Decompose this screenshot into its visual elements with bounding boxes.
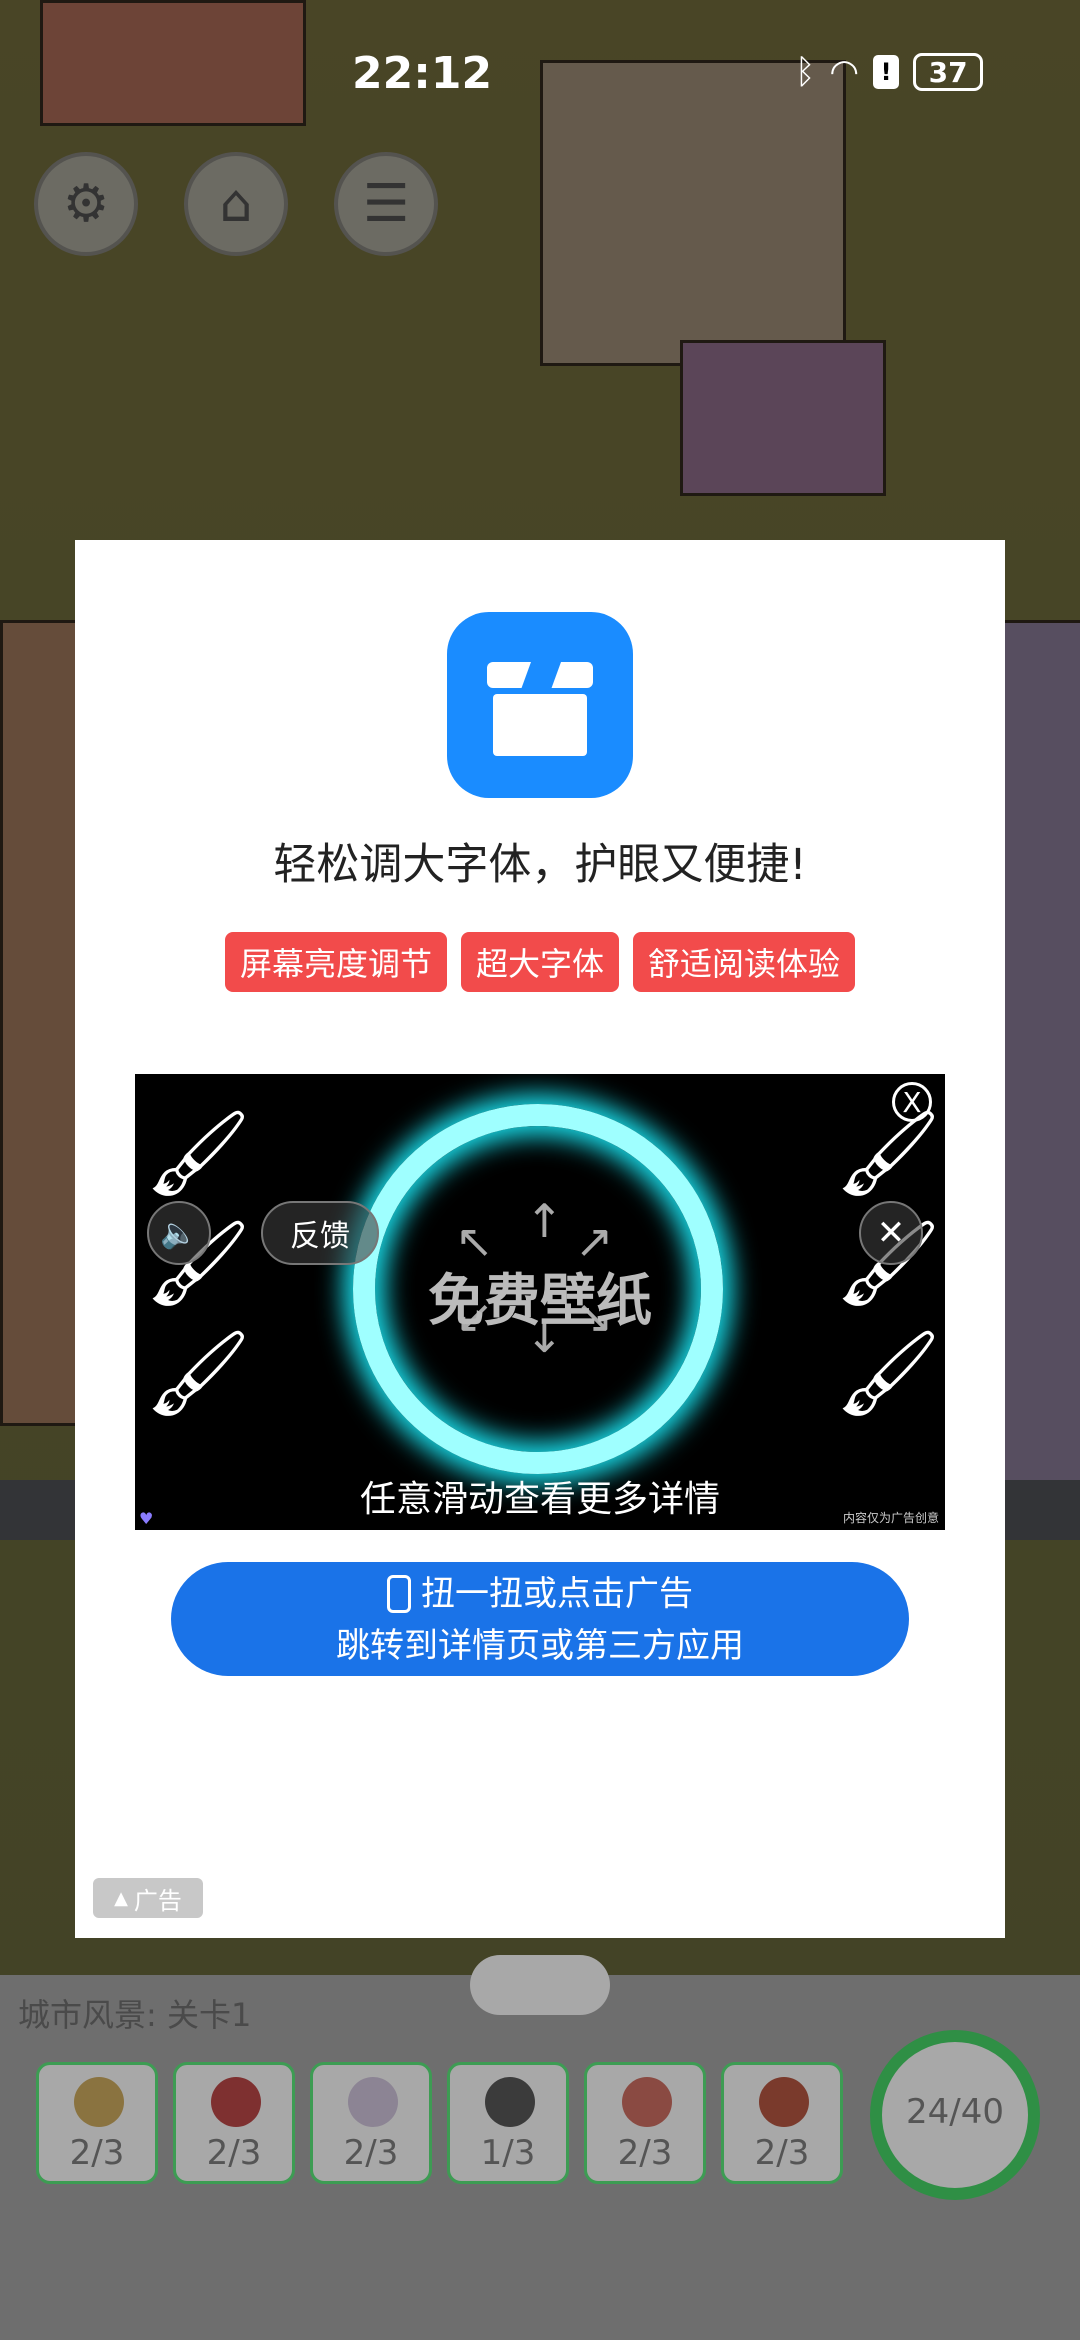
brush-icon: 🖌 [835, 1324, 942, 1422]
app-icon[interactable] [447, 612, 633, 798]
bluetooth-icon: ᛒ [795, 52, 816, 92]
skip-close-button[interactable]: ✕ [859, 1201, 923, 1265]
app-icon-box [493, 694, 587, 756]
progress-text: 24/40 [906, 2092, 1004, 2132]
ad-video[interactable]: 🖌 🖌 🖌 🖌 🖌 🖌 ↑ ↓ ↖ ↗ ↙ ↘ 免费壁纸 🔈 反馈 ✕ X 任意… [135, 1074, 945, 1530]
mute-button[interactable]: 🔈 [147, 1201, 211, 1265]
settings-icon: ⚙ [62, 174, 110, 234]
brush-icon: 🖌 [145, 1324, 252, 1422]
item-count: 2/3 [69, 2133, 125, 2173]
video-caption: 任意滑动查看更多详情 [359, 1479, 720, 1520]
item-slot[interactable]: 2/3 [721, 2062, 843, 2184]
ad-dialog[interactable]: 轻松调大字体，护眼又便捷! 屏幕亮度调节 超大字体 舒适阅读体验 🖌 🖌 🖌 🖌… [75, 540, 1005, 1938]
status-time: 22:12 [352, 48, 493, 99]
battery-icon: 37 [913, 53, 984, 91]
status-icons: ᛒ ◠ ! 37 [795, 52, 984, 92]
item-slot[interactable]: 2/3 [310, 2062, 432, 2184]
video-center-text: 免费壁纸 [428, 1269, 652, 1334]
item-count: 2/3 [206, 2133, 262, 2173]
item-slot[interactable]: 1/3 [447, 2062, 569, 2184]
ad-badge: ▲ 广告 [93, 1878, 203, 1918]
brush-icon: 🖌 [835, 1104, 942, 1202]
wifi-icon: ◠ [829, 52, 860, 92]
butterfly-icon [622, 2077, 672, 2127]
strawberry-icon [211, 2077, 261, 2127]
item-count: 1/3 [480, 2133, 536, 2173]
ad-logo-icon: ▲ [114, 1887, 128, 1909]
video-close-icon: X [902, 1085, 922, 1119]
level-progress: 24/40 [870, 2030, 1040, 2200]
ad-tags: 屏幕亮度调节 超大字体 舒适阅读体验 [75, 932, 1005, 992]
menu-button[interactable]: ☰ [334, 152, 438, 256]
cta-line1-text: 扭一扭或点击广告 [421, 1574, 693, 1614]
ad-disclaimer: 内容仅为广告创意 [842, 1511, 939, 1525]
cta-button[interactable]: 扭一扭或点击广告 跳转到详情页或第三方应用 [171, 1562, 909, 1676]
level-label: 城市风景: 关卡1 [18, 1996, 252, 2034]
item-slot[interactable]: 2/3 [173, 2062, 295, 2184]
ad-tag: 舒适阅读体验 [633, 932, 856, 992]
item-slot[interactable]: 2/3 [36, 2062, 158, 2184]
cta-line1: 扭一扭或点击广告 [171, 1568, 909, 1620]
settings-button[interactable]: ⚙ [34, 152, 138, 256]
item-count: 2/3 [754, 2133, 810, 2173]
battery-level: 37 [928, 55, 968, 89]
ad-tag: 屏幕亮度调节 [224, 932, 447, 992]
heart-icon: ♥ [139, 1509, 154, 1528]
item-count: 2/3 [343, 2133, 399, 2173]
ad-tag: 超大字体 [460, 932, 619, 992]
hat-icon [74, 2077, 124, 2127]
item-count: 2/3 [617, 2133, 673, 2173]
shake-phone-icon [387, 1575, 411, 1613]
seed-icon [485, 2077, 535, 2127]
ad-badge-label: 广告 [133, 1886, 182, 1915]
drawer-toggle[interactable] [470, 1955, 610, 2015]
cta-line2: 跳转到详情页或第三方应用 [336, 1626, 744, 1666]
home-icon: ⌂ [219, 174, 253, 234]
close-icon: ✕ [876, 1213, 906, 1253]
alert-icon: ! [873, 55, 900, 89]
speaker-icon: 🔈 [160, 1215, 198, 1251]
ad-headline[interactable]: 轻松调大字体，护眼又便捷! [75, 830, 1005, 892]
video-close-button[interactable]: X [892, 1082, 932, 1122]
feedback-button[interactable]: 反馈 [261, 1201, 379, 1265]
garlic-icon [348, 2077, 398, 2127]
home-button[interactable]: ⌂ [184, 152, 288, 256]
menu-icon: ☰ [362, 174, 410, 234]
brush-icon: 🖌 [145, 1104, 252, 1202]
feedback-label: 反馈 [290, 1219, 350, 1254]
item-slot[interactable]: 2/3 [584, 2062, 706, 2184]
meat-icon [759, 2077, 809, 2127]
